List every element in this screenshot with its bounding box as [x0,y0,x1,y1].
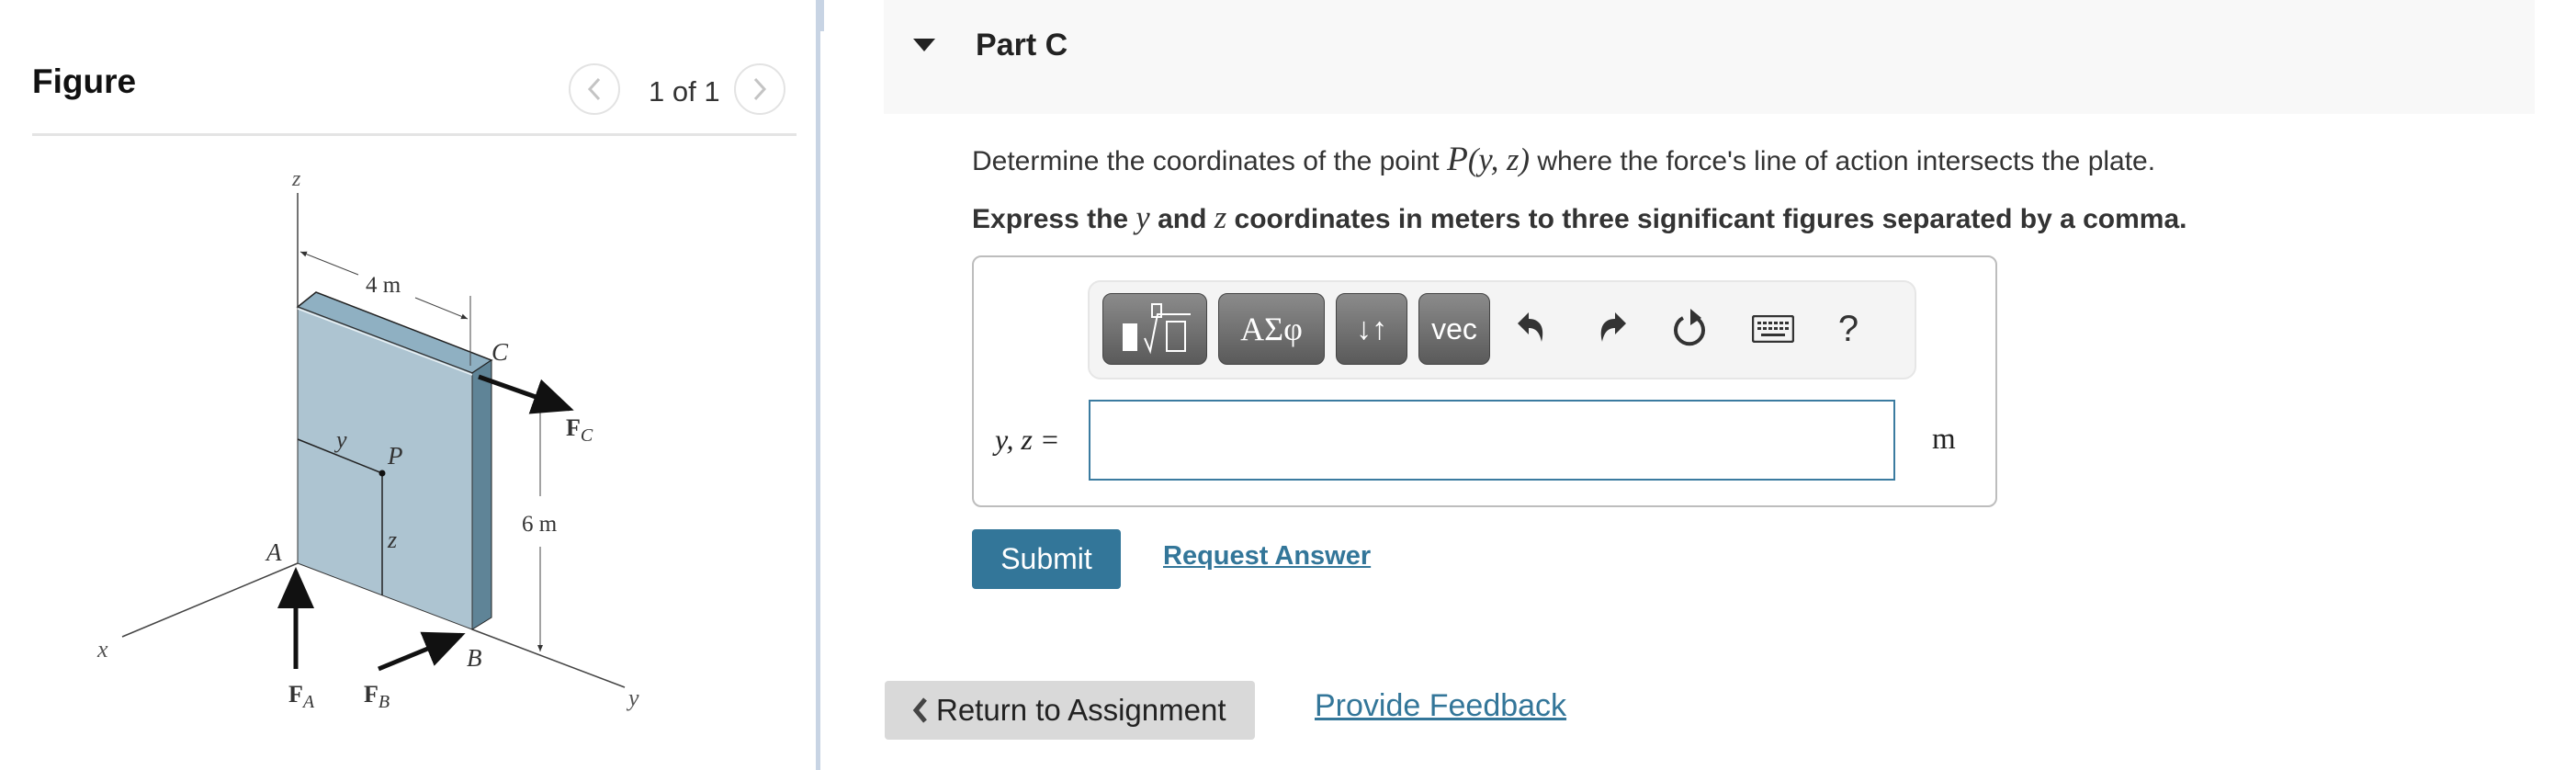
force-b-arrow [378,631,466,672]
chevron-right-icon [753,77,767,101]
arrows-button[interactable]: ↓↑ [1336,293,1407,365]
part-title: Part C [976,28,1068,62]
height-dimension-label: 6 m [522,512,558,537]
submit-button[interactable]: Submit [972,529,1121,589]
unit-label: m [1932,423,1956,456]
point-p [378,470,386,477]
force-b-label: FB [364,681,390,712]
redo-icon[interactable] [1584,293,1639,365]
z-axis-label: z [291,167,301,191]
greek-symbols-button[interactable]: ΑΣφ [1218,293,1325,365]
y-axis-label: y [626,685,639,711]
math-point-p: P [1446,141,1468,178]
request-answer-link[interactable]: Request Answer [1163,541,1371,572]
templates-button[interactable] [1102,293,1207,365]
force-c-label: FC [566,414,593,446]
force-a-label: FA [288,681,315,712]
question-text: Determine the coordinates of the point P… [972,141,2156,178]
math-point-args: (y, z) [1467,142,1530,177]
coord-y-label: y [333,426,347,453]
width-dimension-label: 4 m [366,273,401,298]
provide-feedback-link[interactable]: Provide Feedback [1315,688,1566,724]
figure-divider [32,133,797,136]
caret-down-icon[interactable] [912,37,936,53]
point-a-label: A [265,538,282,566]
previous-figure-button[interactable] [569,63,620,115]
figure-heading: Figure [32,62,137,100]
answer-label: y, z = [995,423,1060,456]
part-header[interactable] [884,0,2535,114]
pane-divider[interactable] [816,0,820,770]
point-p-label: P [387,442,403,470]
chevron-left-icon [587,77,601,101]
point-c-label: C [491,338,509,366]
undo-icon[interactable] [1505,293,1560,365]
plate-side-face [471,359,492,630]
force-c-arrow [478,374,574,414]
coord-z-label: z [387,527,397,553]
instruction-text: Express the y and z coordinates in meter… [972,200,2187,235]
help-icon[interactable]: ? [1821,293,1876,365]
pane-divider-top [820,0,824,31]
page-indicator: 1 of 1 [649,75,720,108]
return-label: Return to Assignment [936,693,1226,727]
reset-icon[interactable] [1663,293,1718,365]
math-toolbar: ΑΣφ ↓↑ vec ? [1088,280,1916,379]
next-figure-button[interactable] [734,63,785,115]
x-axis-label: x [96,636,108,662]
y-axis [471,628,626,688]
answer-input[interactable] [1089,400,1895,481]
x-axis [121,562,299,638]
point-b-label: B [467,644,482,672]
chevron-left-icon [912,697,927,723]
plate-force-diagram: z x y 4 m 6 m A B C P y z FA FB FC [96,167,639,712]
keyboard-icon[interactable] [1746,293,1801,365]
vector-button[interactable]: vec [1418,293,1490,365]
return-to-assignment-button[interactable]: Return to Assignment [885,681,1255,740]
templates-icon [1123,303,1191,355]
